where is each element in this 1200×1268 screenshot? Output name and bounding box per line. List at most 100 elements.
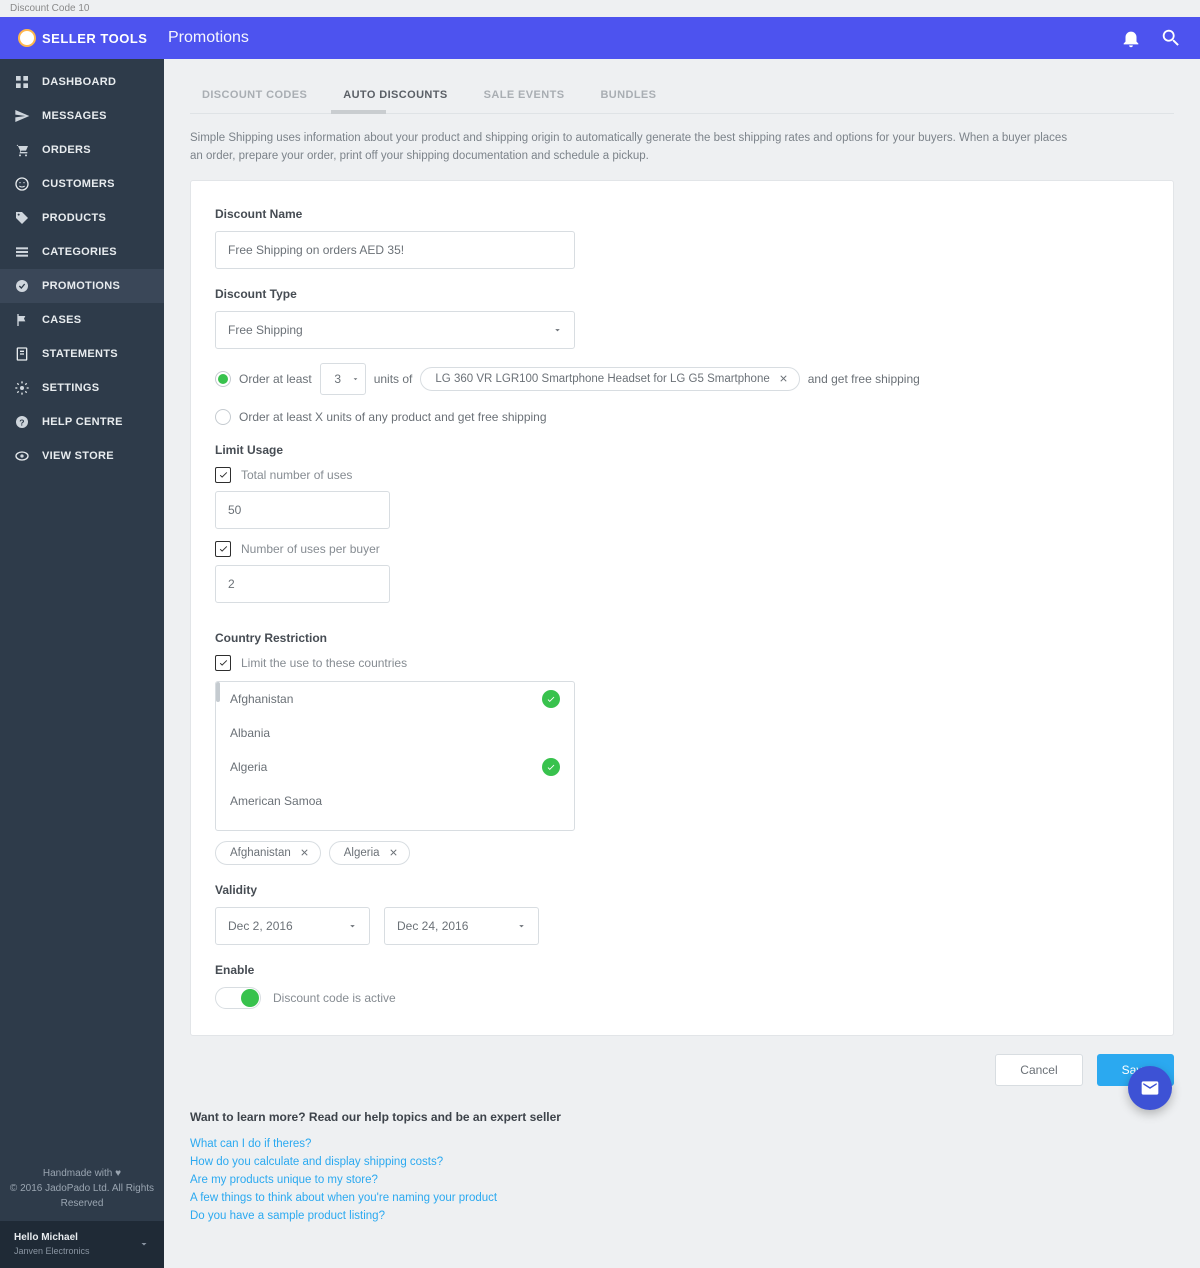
- sidebar-item-dashboard[interactable]: DASHBOARD: [0, 65, 164, 99]
- flag-icon: [14, 312, 30, 328]
- sidebar-item-label: HELP CENTRE: [42, 416, 123, 428]
- country-item[interactable]: Albania: [216, 716, 574, 750]
- product-chip[interactable]: LG 360 VR LGR100 Smartphone Headset for …: [420, 367, 799, 391]
- sidebar-user[interactable]: Hello Michael Janven Electronics: [0, 1221, 164, 1268]
- help-link[interactable]: Do you have a sample product listing?: [190, 1210, 1174, 1222]
- sidebar-item-label: PRODUCTS: [42, 212, 106, 224]
- tabs: DISCOUNT CODES AUTO DISCOUNTS SALE EVENTS B…: [190, 79, 1174, 114]
- validity-to-select[interactable]: [384, 907, 539, 945]
- page-title: Promotions: [168, 29, 249, 47]
- sidebar-item-customers[interactable]: CUSTOMERS: [0, 167, 164, 201]
- radio-any-product[interactable]: Order at least X units of any product an…: [215, 409, 1149, 425]
- check-icon: [542, 758, 560, 776]
- limit-usage-label: Limit Usage: [215, 443, 1149, 457]
- radio-dot[interactable]: [215, 409, 231, 425]
- country-item[interactable]: Andorra: [216, 818, 574, 831]
- doc-icon: [14, 346, 30, 362]
- page-description: Simple Shipping uses information about y…: [190, 130, 1080, 166]
- tab-auto-discounts[interactable]: AUTO DISCOUNTS: [331, 79, 459, 113]
- sidebar-item-label: MESSAGES: [42, 110, 107, 122]
- list-icon: [14, 244, 30, 260]
- main-content: DISCOUNT CODES AUTO DISCOUNTS SALE EVENTS B…: [164, 59, 1200, 1268]
- discount-name-input[interactable]: [215, 231, 575, 269]
- form-card: Discount Name Discount Type Order at lea…: [190, 180, 1174, 1036]
- country-item[interactable]: Afghanistan: [216, 682, 574, 716]
- sidebar-item-view-store[interactable]: VIEW STORE: [0, 439, 164, 473]
- country-listbox[interactable]: AfghanistanAlbaniaAlgeriaAmerican SamoaA…: [215, 681, 575, 831]
- sidebar-item-label: ORDERS: [42, 144, 91, 156]
- learn-more: Want to learn more? Read our help topics…: [190, 1110, 1174, 1222]
- discount-type-select[interactable]: [215, 311, 575, 349]
- enable-label: Enable: [215, 963, 1149, 977]
- close-icon[interactable]: [388, 847, 399, 858]
- radio-specific-product[interactable]: Order at least units of LG 360 VR LGR100…: [215, 363, 1149, 395]
- sidebar-item-label: STATEMENTS: [42, 348, 118, 360]
- sidebar-item-promotions[interactable]: PROMOTIONS: [0, 269, 164, 303]
- sidebar-item-label: CASES: [42, 314, 81, 326]
- sidebar-item-settings[interactable]: SETTINGS: [0, 371, 164, 405]
- send-icon: [14, 108, 30, 124]
- country-chip[interactable]: Algeria: [329, 841, 410, 865]
- country-restriction-label: Country Restriction: [215, 631, 1149, 645]
- sidebar-item-statements[interactable]: STATEMENTS: [0, 337, 164, 371]
- chevron-down-icon: [351, 374, 360, 383]
- help-link[interactable]: Are my products unique to my store?: [190, 1174, 1174, 1186]
- user-store: Janven Electronics: [14, 1245, 90, 1258]
- total-uses-input[interactable]: [215, 491, 390, 529]
- chevron-down-icon: [138, 1238, 150, 1250]
- sidebar-item-cases[interactable]: CASES: [0, 303, 164, 337]
- help-link[interactable]: How do you calculate and display shippin…: [190, 1156, 1174, 1168]
- topbar: SELLER TOOLS Promotions: [0, 17, 1200, 59]
- per-buyer-input[interactable]: [215, 565, 390, 603]
- bell-icon[interactable]: [1120, 27, 1142, 49]
- enable-toggle[interactable]: [215, 987, 261, 1009]
- sidebar-item-categories[interactable]: CATEGORIES: [0, 235, 164, 269]
- heart-icon: ♥: [115, 1168, 121, 1179]
- total-uses-checkbox[interactable]: [215, 467, 231, 483]
- country-limit-checkbox[interactable]: [215, 655, 231, 671]
- total-uses-label: Total number of uses: [241, 468, 352, 482]
- validity-label: Validity: [215, 883, 1149, 897]
- country-item[interactable]: American Samoa: [216, 784, 574, 818]
- app-name: SELLER TOOLS: [42, 31, 147, 46]
- tab-discount-codes[interactable]: DISCOUNT CODES: [190, 79, 319, 113]
- close-icon[interactable]: [299, 847, 310, 858]
- eye-icon: [14, 448, 30, 464]
- help-fab[interactable]: [1128, 1066, 1172, 1110]
- sidebar-item-messages[interactable]: MESSAGES: [0, 99, 164, 133]
- help-link[interactable]: A few things to think about when you're …: [190, 1192, 1174, 1204]
- svg-text:?: ?: [19, 417, 25, 427]
- star-icon: [14, 278, 30, 294]
- learn-more-heading: Want to learn more? Read our help topics…: [190, 1110, 1174, 1124]
- sidebar: DASHBOARD MESSAGES ORDERS CUSTOMERS PRODUCTS…: [0, 59, 164, 1268]
- sidebar-item-label: CUSTOMERS: [42, 178, 115, 190]
- sidebar-item-label: PROMOTIONS: [42, 280, 120, 292]
- sidebar-item-help-centre[interactable]: ? HELP CENTRE: [0, 405, 164, 439]
- validity-from-select[interactable]: [215, 907, 370, 945]
- country-item[interactable]: Algeria: [216, 750, 574, 784]
- discount-type-label: Discount Type: [215, 287, 1149, 301]
- sidebar-item-label: CATEGORIES: [42, 246, 117, 258]
- form-actions: Cancel Save: [190, 1054, 1174, 1086]
- check-icon: [542, 690, 560, 708]
- face-icon: [14, 176, 30, 192]
- tab-sale-events[interactable]: SALE EVENTS: [472, 79, 577, 113]
- user-hello: Hello Michael: [14, 1231, 90, 1245]
- help-link[interactable]: What can I do if theres?: [190, 1138, 1174, 1150]
- sidebar-item-products[interactable]: PRODUCTS: [0, 201, 164, 235]
- cancel-button[interactable]: Cancel: [995, 1054, 1082, 1086]
- tag-icon: [14, 210, 30, 226]
- mail-icon: [1140, 1078, 1160, 1098]
- logo-icon: [18, 29, 36, 47]
- search-icon[interactable]: [1160, 27, 1182, 49]
- logo[interactable]: SELLER TOOLS: [18, 29, 168, 47]
- help-icon: ?: [14, 414, 30, 430]
- sidebar-footer: Handmade with ♥ © 2016 JadoPado Ltd. All…: [0, 1156, 164, 1221]
- close-icon[interactable]: [778, 373, 789, 384]
- per-buyer-checkbox[interactable]: [215, 541, 231, 557]
- sidebar-item-orders[interactable]: ORDERS: [0, 133, 164, 167]
- radio-dot-selected[interactable]: [215, 371, 231, 387]
- discount-name-label: Discount Name: [215, 207, 1149, 221]
- country-chip[interactable]: Afghanistan: [215, 841, 321, 865]
- tab-bundles[interactable]: BUNDLES: [588, 79, 668, 113]
